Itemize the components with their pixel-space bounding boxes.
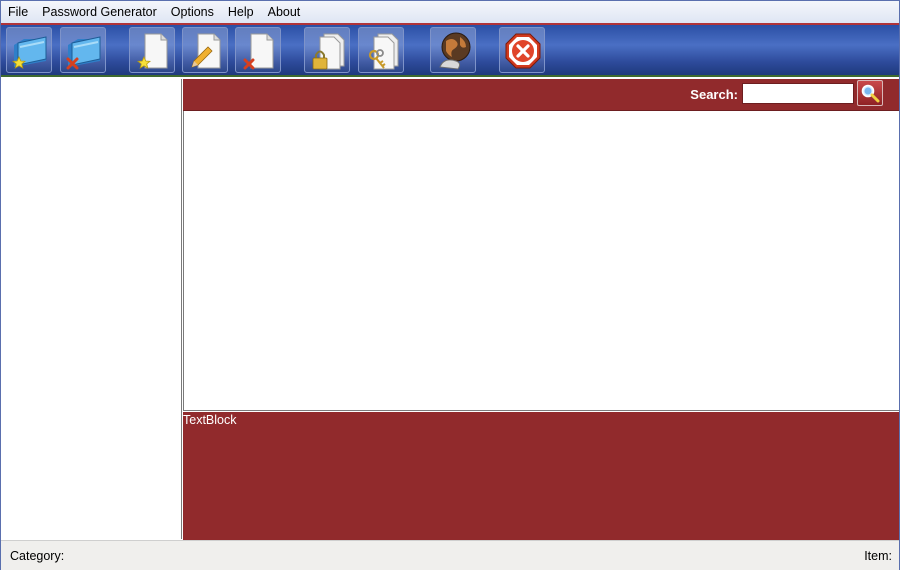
status-bar: Category: Item: bbox=[1, 540, 899, 570]
status-item: Item: bbox=[864, 549, 892, 563]
menu-password-generator[interactable]: Password Generator bbox=[35, 1, 164, 23]
menu-help[interactable]: Help bbox=[221, 1, 261, 23]
keys-icon bbox=[368, 33, 399, 70]
item-list[interactable] bbox=[183, 111, 899, 411]
menu-about[interactable]: About bbox=[261, 1, 308, 23]
search-input[interactable] bbox=[742, 83, 854, 104]
folder-star-icon bbox=[11, 36, 47, 69]
toolbar-bottom-border bbox=[1, 75, 899, 77]
search-bar: Search: bbox=[183, 79, 899, 111]
toolbar bbox=[1, 25, 899, 75]
web-button[interactable] bbox=[430, 27, 476, 73]
menu-file[interactable]: File bbox=[1, 1, 35, 23]
detail-panel: TextBlock bbox=[183, 412, 899, 540]
lock-icon bbox=[312, 33, 345, 70]
menu-options[interactable]: Options bbox=[164, 1, 221, 23]
main-window: File Password Generator Options Help Abo… bbox=[0, 0, 900, 570]
edit-item-button[interactable] bbox=[182, 27, 228, 73]
folder-delete-icon bbox=[66, 36, 101, 70]
category-list-panel[interactable] bbox=[4, 79, 182, 539]
add-category-button[interactable] bbox=[6, 27, 52, 73]
page-edit-icon bbox=[191, 33, 221, 69]
menu-bar: File Password Generator Options Help Abo… bbox=[1, 1, 899, 24]
search-label: Search: bbox=[690, 87, 738, 102]
exit-button[interactable] bbox=[499, 27, 545, 73]
detail-textblock: TextBlock bbox=[183, 413, 237, 427]
globe-icon bbox=[439, 32, 471, 70]
search-button[interactable] bbox=[857, 80, 883, 106]
lock-button[interactable] bbox=[304, 27, 350, 73]
page-delete-icon bbox=[243, 33, 274, 70]
add-item-button[interactable] bbox=[129, 27, 175, 73]
page-star-icon bbox=[136, 33, 168, 69]
magnifier-icon bbox=[861, 84, 880, 103]
keys-button[interactable] bbox=[358, 27, 404, 73]
delete-category-button[interactable] bbox=[60, 27, 106, 73]
close-icon bbox=[505, 33, 541, 69]
status-category: Category: bbox=[10, 549, 65, 563]
delete-item-button[interactable] bbox=[235, 27, 281, 73]
